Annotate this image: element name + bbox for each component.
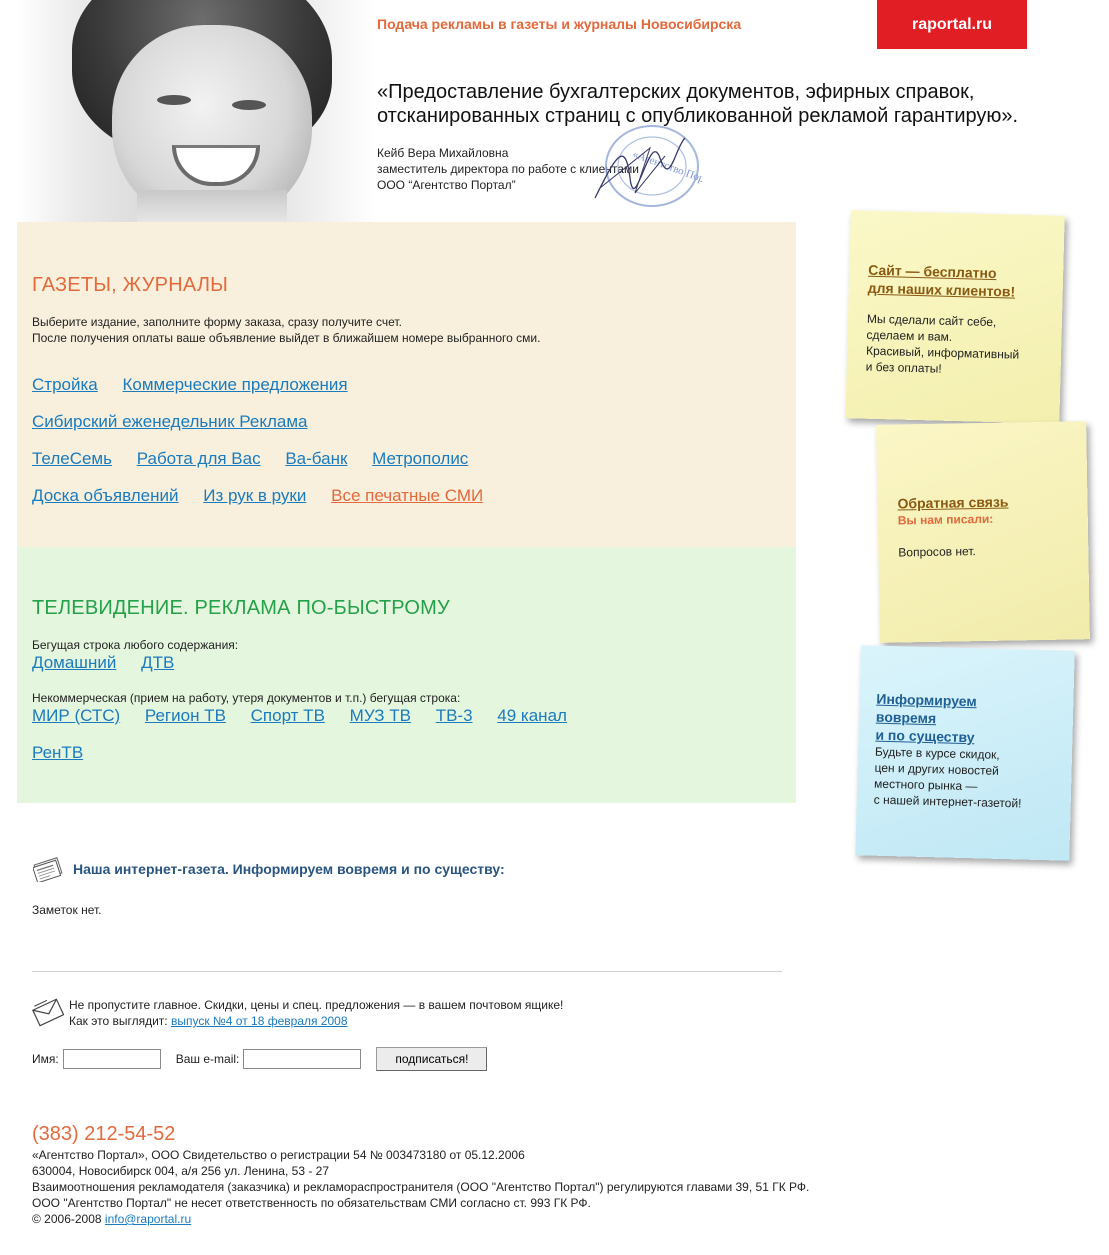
brand-button[interactable]: raportal.ru [877,0,1027,49]
press-link-stroyka[interactable]: Стройка [32,375,98,394]
press-link-va-bank[interactable]: Ва-банк [285,449,347,468]
press-links-row-2: Сибирский еженедельник Реклама [32,412,328,432]
subscribe-line1: Не пропустите главное. Скидки, цены и сп… [69,998,564,1012]
note-inform-link[interactable]: Информируем вовремя и по существу [875,690,1024,748]
manager-photo [17,0,377,222]
press-links-row-1: Стройка Коммерческие предложения [32,375,368,395]
note-inform-text: Будьте в курсе скидок, цен и других ново… [873,744,1022,811]
press-link-metropolis[interactable]: Метрополис [372,449,468,468]
tv-links-row-1: Домашний ДТВ [32,653,194,673]
note-free-site-title-1: Сайт — бесплатно [867,261,997,282]
press-link-doska[interactable]: Доска объявлений [32,486,179,505]
subscribe-form: Имя: Ваш e-mail: подписаться! [32,1047,488,1071]
footer-copyright-line: © 2006-2008 info@raportal.ru [32,1211,809,1227]
press-link-siberian-weekly[interactable]: Сибирский еженедельник Реклама [32,412,308,431]
press-link-rabota-dlya-vas[interactable]: Работа для Вас [137,449,261,468]
tv-section: ТЕЛЕВИДЕНИЕ. РЕКЛАМА ПО-БЫСТРОМУ Бегущая… [17,547,796,803]
press-links-row-4: Доска объявлений Из рук в руки Все печат… [32,486,503,506]
press-desc-line2: После получения оплаты ваше объявление в… [32,331,541,345]
manager-quote: «Предоставление бухгалтерских документов… [377,81,1019,127]
tv-desc-1: Бегущая строка любого содержания: [32,638,239,652]
tv-link-muz-tv[interactable]: МУЗ ТВ [350,706,411,725]
footer-line-4: ООО "Агентство Портал" не несет ответств… [32,1196,591,1210]
tv-desc-2: Некоммерческая (прием на работу, утеря д… [32,691,461,705]
tv-links-row-2: МИР (СТС) Регион ТВ Спорт ТВ МУЗ ТВ ТВ-3… [32,706,587,726]
name-input[interactable] [62,1049,161,1069]
press-link-telesem[interactable]: ТелеСемь [32,449,112,468]
footer-line-1: «Агентство Портал», ООО Свидетельство о … [32,1148,525,1162]
subscribe-example-label: Как это выглядит: [69,1014,168,1028]
tv-link-domashniy[interactable]: Домашний [32,653,116,672]
tv-link-49-kanal[interactable]: 49 канал [497,706,567,725]
phone-number: (383) 212-54-52 [32,1123,176,1145]
press-link-commercial-offers[interactable]: Коммерческие предложения [122,375,347,394]
press-section-title: ГАЗЕТЫ, ЖУРНАЛЫ [32,274,229,296]
footer-line-3: Взаимоотношения рекламодателя (заказчика… [32,1180,810,1194]
tv-link-rentv[interactable]: РенТВ [32,743,83,762]
newspaper-empty-text: Заметок нет. [32,903,102,917]
note-feedback-link[interactable]: Обратная связь [897,493,1008,513]
note-free-site: Сайт — бесплатно для наших клиентов! Мы … [845,210,1065,424]
subscribe-button[interactable]: подписаться! [376,1047,488,1071]
press-link-iz-ruk-v-ruki[interactable]: Из рук в руки [203,486,306,505]
press-desc-line1: Выберите издание, заполните форму заказа… [32,315,402,329]
company-stamp-icon: «Агентство Портал» [594,125,702,207]
tv-link-mir-sts[interactable]: МИР (СТС) [32,706,120,725]
footer-text: «Агентство Портал», ООО Свидетельство о … [32,1147,809,1227]
name-label: Имя: [32,1052,59,1066]
newspaper-heading: Наша интернет-газета. Информируем воврем… [73,861,505,877]
footer-line-2: 630004, Новосибирск 004, а/я 256 ул. Лен… [32,1164,329,1178]
section-divider [32,971,782,972]
footer-email-link[interactable]: info@raportal.ru [105,1212,191,1226]
tv-links-row-3: РенТВ [32,743,103,763]
note-feedback-text: Вопросов нет. [898,544,976,560]
newspaper-icon [33,857,63,882]
email-label: Ваш e-mail: [175,1052,240,1066]
subscribe-example-link[interactable]: выпуск №4 от 18 февраля 2008 [171,1014,348,1028]
tv-link-sport-tv[interactable]: Спорт ТВ [251,706,325,725]
tv-section-title: ТЕЛЕВИДЕНИЕ. РЕКЛАМА ПО-БЫСТРОМУ [32,597,450,619]
footer-copyright: © 2006-2008 [32,1212,102,1226]
subscribe-text: Не пропустите главное. Скидки, цены и сп… [69,997,563,1029]
press-description: Выберите издание, заполните форму заказа… [32,314,540,346]
note-free-site-text: Мы сделали сайт себе, сделаем и вам. Кра… [865,311,1020,376]
note-inform: Информируем вовремя и по существу Будьте… [855,645,1075,861]
press-section: ГАЗЕТЫ, ЖУРНАЛЫ Выберите издание, заполн… [17,222,796,547]
note-feedback: Обратная связь Вы нам писали: Вопросов н… [876,421,1090,643]
email-input[interactable] [243,1049,362,1069]
note-free-site-title-2: для наших клиентов! [867,279,1016,300]
tv-link-tv3[interactable]: ТВ-3 [436,706,473,725]
subscribe-line2: Как это выглядит: выпуск №4 от 18 феврал… [69,1013,563,1029]
press-link-all-print-media[interactable]: Все печатные СМИ [331,486,483,505]
tv-link-dtv[interactable]: ДТВ [141,653,174,672]
site-tagline: Подача рекламы в газеты и журналы Новоси… [377,16,742,32]
envelope-icon [32,998,64,1027]
note-feedback-subtitle: Вы нам писали: [897,511,994,528]
tv-link-region-tv[interactable]: Регион ТВ [145,706,226,725]
press-links-row-3: ТелеСемь Работа для Вас Ва-банк Метропол… [32,449,488,469]
note-free-site-link[interactable]: Сайт — бесплатно для наших клиентов! [868,261,1022,301]
